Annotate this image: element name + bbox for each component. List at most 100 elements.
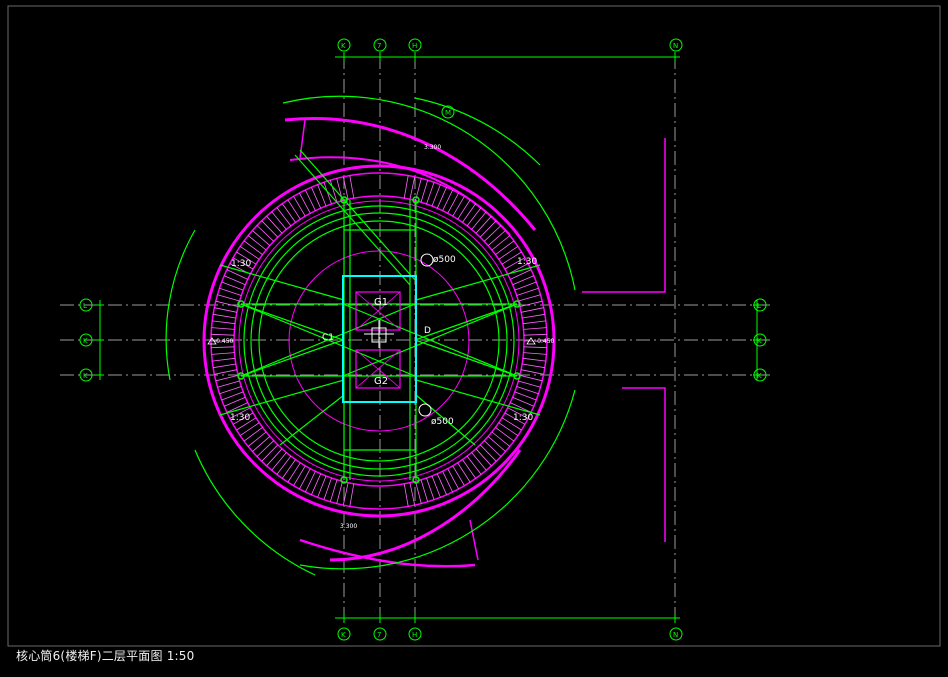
stair-tread — [293, 196, 306, 217]
svg-text:H: H — [412, 42, 417, 50]
axis-bubble-bottom-3: H — [408, 627, 422, 641]
stair-tread — [214, 369, 237, 375]
stair-tread — [475, 448, 492, 467]
stair-tread — [521, 307, 544, 313]
elevation-marker-bottom: 3.300 — [340, 523, 357, 530]
slope-label-ne: 1:30 — [517, 257, 537, 267]
stair-tread — [243, 240, 263, 255]
stair-tread — [212, 320, 236, 325]
stair-tread — [329, 479, 338, 502]
stair-tread — [261, 220, 279, 238]
stair-tread — [323, 182, 332, 205]
stair-tread — [266, 448, 283, 467]
stair-tread — [487, 230, 506, 246]
structural-rings — [165, 95, 576, 576]
svg-text:K: K — [757, 372, 762, 380]
slope-label-se: 1:30 — [513, 413, 533, 423]
elevation-marker-top: 3.300 — [424, 144, 441, 151]
stair-tread — [431, 475, 441, 498]
stair-tread — [221, 391, 244, 401]
stair-tread — [349, 175, 355, 199]
stair-tread — [239, 422, 260, 436]
crosshair-cursor-icon — [364, 320, 394, 348]
stair-tread — [211, 352, 235, 355]
stair-tread — [479, 444, 497, 462]
svg-text:K: K — [83, 372, 88, 380]
svg-text:K: K — [341, 631, 346, 639]
stair-tread — [213, 363, 236, 369]
stair-tread — [409, 482, 416, 506]
slope-label-nw: 1:30 — [231, 259, 251, 269]
stair-tread — [466, 207, 482, 227]
axis-bubble-top-1: K — [337, 38, 351, 52]
stair-tread — [471, 211, 487, 230]
column-label-g2: G2 — [374, 376, 388, 387]
stair-tread — [426, 477, 435, 500]
stair-tread — [271, 452, 287, 471]
stair-tread — [252, 436, 271, 452]
stair-tread — [498, 422, 519, 436]
axis-bubble-top-2: 7 — [373, 38, 387, 52]
stair-tread — [403, 483, 409, 507]
svg-text:N: N — [673, 42, 678, 50]
stair-tread — [495, 427, 515, 442]
stair-tread — [287, 199, 301, 220]
stair-tread — [514, 391, 537, 401]
stair-tread — [484, 225, 502, 242]
svg-text:K: K — [757, 337, 762, 345]
stair-tread — [514, 281, 537, 291]
stair-tread — [484, 440, 502, 457]
stair-tread — [211, 327, 235, 330]
stair-tread — [495, 240, 515, 255]
stair-tread — [518, 294, 541, 302]
stair-tread — [420, 479, 429, 502]
stair-tread — [219, 287, 242, 296]
stair-tread — [491, 235, 511, 251]
stair-tread — [522, 357, 546, 362]
stair-tread — [523, 352, 547, 355]
stair-tread — [317, 475, 327, 498]
stair-tread — [471, 452, 487, 471]
cad-drawing-canvas[interactable]: G1 G2 C1 D ø500 ø500 1:30 1:30 1:30 1:30… — [0, 0, 948, 677]
axis-bubble-bottom-4: N — [669, 627, 683, 641]
stair-tread — [215, 300, 239, 307]
elevation-marker-left: -0.450 — [207, 337, 234, 345]
stair-tread — [281, 203, 296, 223]
stair-tread — [212, 357, 236, 362]
stair-tread — [452, 196, 465, 217]
svg-text:K: K — [341, 42, 346, 50]
slope-label-sw: 1:30 — [230, 413, 250, 423]
stair-tread — [256, 440, 274, 457]
svg-text:ø500: ø500 — [431, 417, 454, 427]
axis-bubble-top-4: N — [669, 38, 683, 52]
svg-text:-0.450: -0.450 — [214, 338, 234, 345]
stair-tread — [266, 215, 283, 234]
stair-tread — [256, 225, 274, 242]
svg-text:7: 7 — [377, 42, 381, 50]
stair-tread — [243, 427, 263, 442]
stair-tread — [491, 431, 511, 447]
svg-text:3.300: 3.300 — [340, 523, 357, 530]
node-label-c: C1 — [322, 333, 334, 343]
stair-tread — [276, 455, 292, 475]
svg-text:L: L — [83, 302, 87, 310]
column-label-g1: G1 — [374, 297, 388, 308]
stair-tread — [261, 444, 279, 462]
svg-text:3.300: 3.300 — [424, 144, 441, 151]
stair-tread — [219, 386, 242, 395]
stair-tread — [336, 481, 343, 504]
stair-tread — [276, 207, 292, 227]
stair-tread — [522, 320, 546, 325]
stair-tread — [403, 175, 409, 199]
svg-text:L: L — [757, 302, 761, 310]
stair-tread — [457, 199, 471, 220]
stair-tread — [523, 333, 547, 336]
stair-tread — [211, 346, 235, 349]
stair-tread — [498, 246, 519, 260]
stair-tread — [271, 211, 287, 230]
stair-tread — [522, 363, 545, 369]
stair-tread — [281, 459, 296, 479]
svg-text:7: 7 — [377, 631, 381, 639]
stair-tread — [213, 313, 236, 319]
svg-text:-0.450: -0.450 — [535, 338, 555, 345]
